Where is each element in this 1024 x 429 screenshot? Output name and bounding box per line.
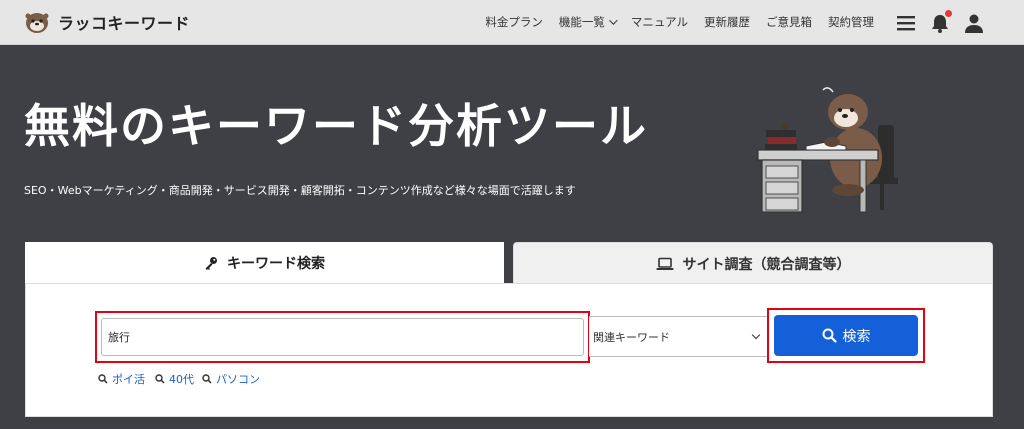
logo-text: ラッコキーワード [58, 14, 191, 33]
nav-manual[interactable]: マニュアル [631, 14, 688, 30]
otter-logo-icon [25, 13, 49, 33]
suggestion-label: パソコン [216, 373, 260, 386]
main-nav: 料金プラン 機能一覧 マニュアル 更新履歴 ご意見箱 契約管理 [485, 0, 874, 44]
suggestion-label: ポイ活 [112, 373, 145, 386]
site-header: ラッコキーワード 料金プラン 機能一覧 マニュアル 更新履歴 ご意見箱 契約管理 [0, 0, 1024, 45]
search-icon [98, 374, 108, 384]
search-input[interactable] [101, 318, 584, 356]
search-icon [202, 374, 212, 384]
search-mode-value: 関連キーワード [593, 330, 670, 344]
search-button[interactable]: 検索 [774, 315, 918, 356]
search-button-label: 検索 [842, 328, 871, 345]
search-input-highlight [95, 311, 590, 363]
suggestion-label: 40代 [169, 373, 194, 386]
search-icon [155, 374, 165, 384]
tab-site-research[interactable]: サイト調査（競合調査等） [513, 242, 993, 284]
key-icon [205, 257, 217, 270]
hero-title: 無料のキーワード分析ツール [24, 99, 648, 153]
hamburger-icon[interactable] [895, 12, 917, 34]
suggestion-link[interactable]: ポイ活 [98, 371, 145, 387]
search-button-highlight: 検索 [767, 308, 925, 363]
search-mode-select[interactable]: 関連キーワード [589, 316, 768, 357]
otter-at-desk-illustration [757, 87, 898, 213]
suggestion-link[interactable]: 40代 [155, 371, 194, 387]
tab-keyword-label: キーワード検索 [227, 256, 325, 272]
chevron-down-icon [609, 16, 618, 25]
suggestion-link[interactable]: パソコン [202, 371, 260, 387]
nav-features[interactable]: 機能一覧 [558, 14, 618, 30]
nav-contract[interactable]: 契約管理 [828, 14, 874, 30]
tab-keyword-search[interactable]: キーワード検索 [25, 242, 504, 284]
chevron-down-icon [751, 330, 761, 340]
logo[interactable]: ラッコキーワード [22, 6, 190, 38]
laptop-icon [656, 257, 673, 270]
nav-changelog[interactable]: 更新履歴 [704, 14, 750, 30]
search-icon [822, 328, 837, 343]
nav-feedback[interactable]: ご意見箱 [766, 14, 812, 30]
tab-site-label: サイト調査（競合調査等） [682, 256, 851, 273]
user-icon[interactable] [963, 12, 985, 34]
hero-subtitle: SEO・Webマーケティング・商品開発・サービス開発・顧客開拓・コンテンツ作成な… [24, 184, 576, 197]
nav-features-label: 機能一覧 [558, 15, 605, 29]
notification-dot [945, 10, 952, 17]
nav-pricing[interactable]: 料金プラン [485, 14, 543, 30]
